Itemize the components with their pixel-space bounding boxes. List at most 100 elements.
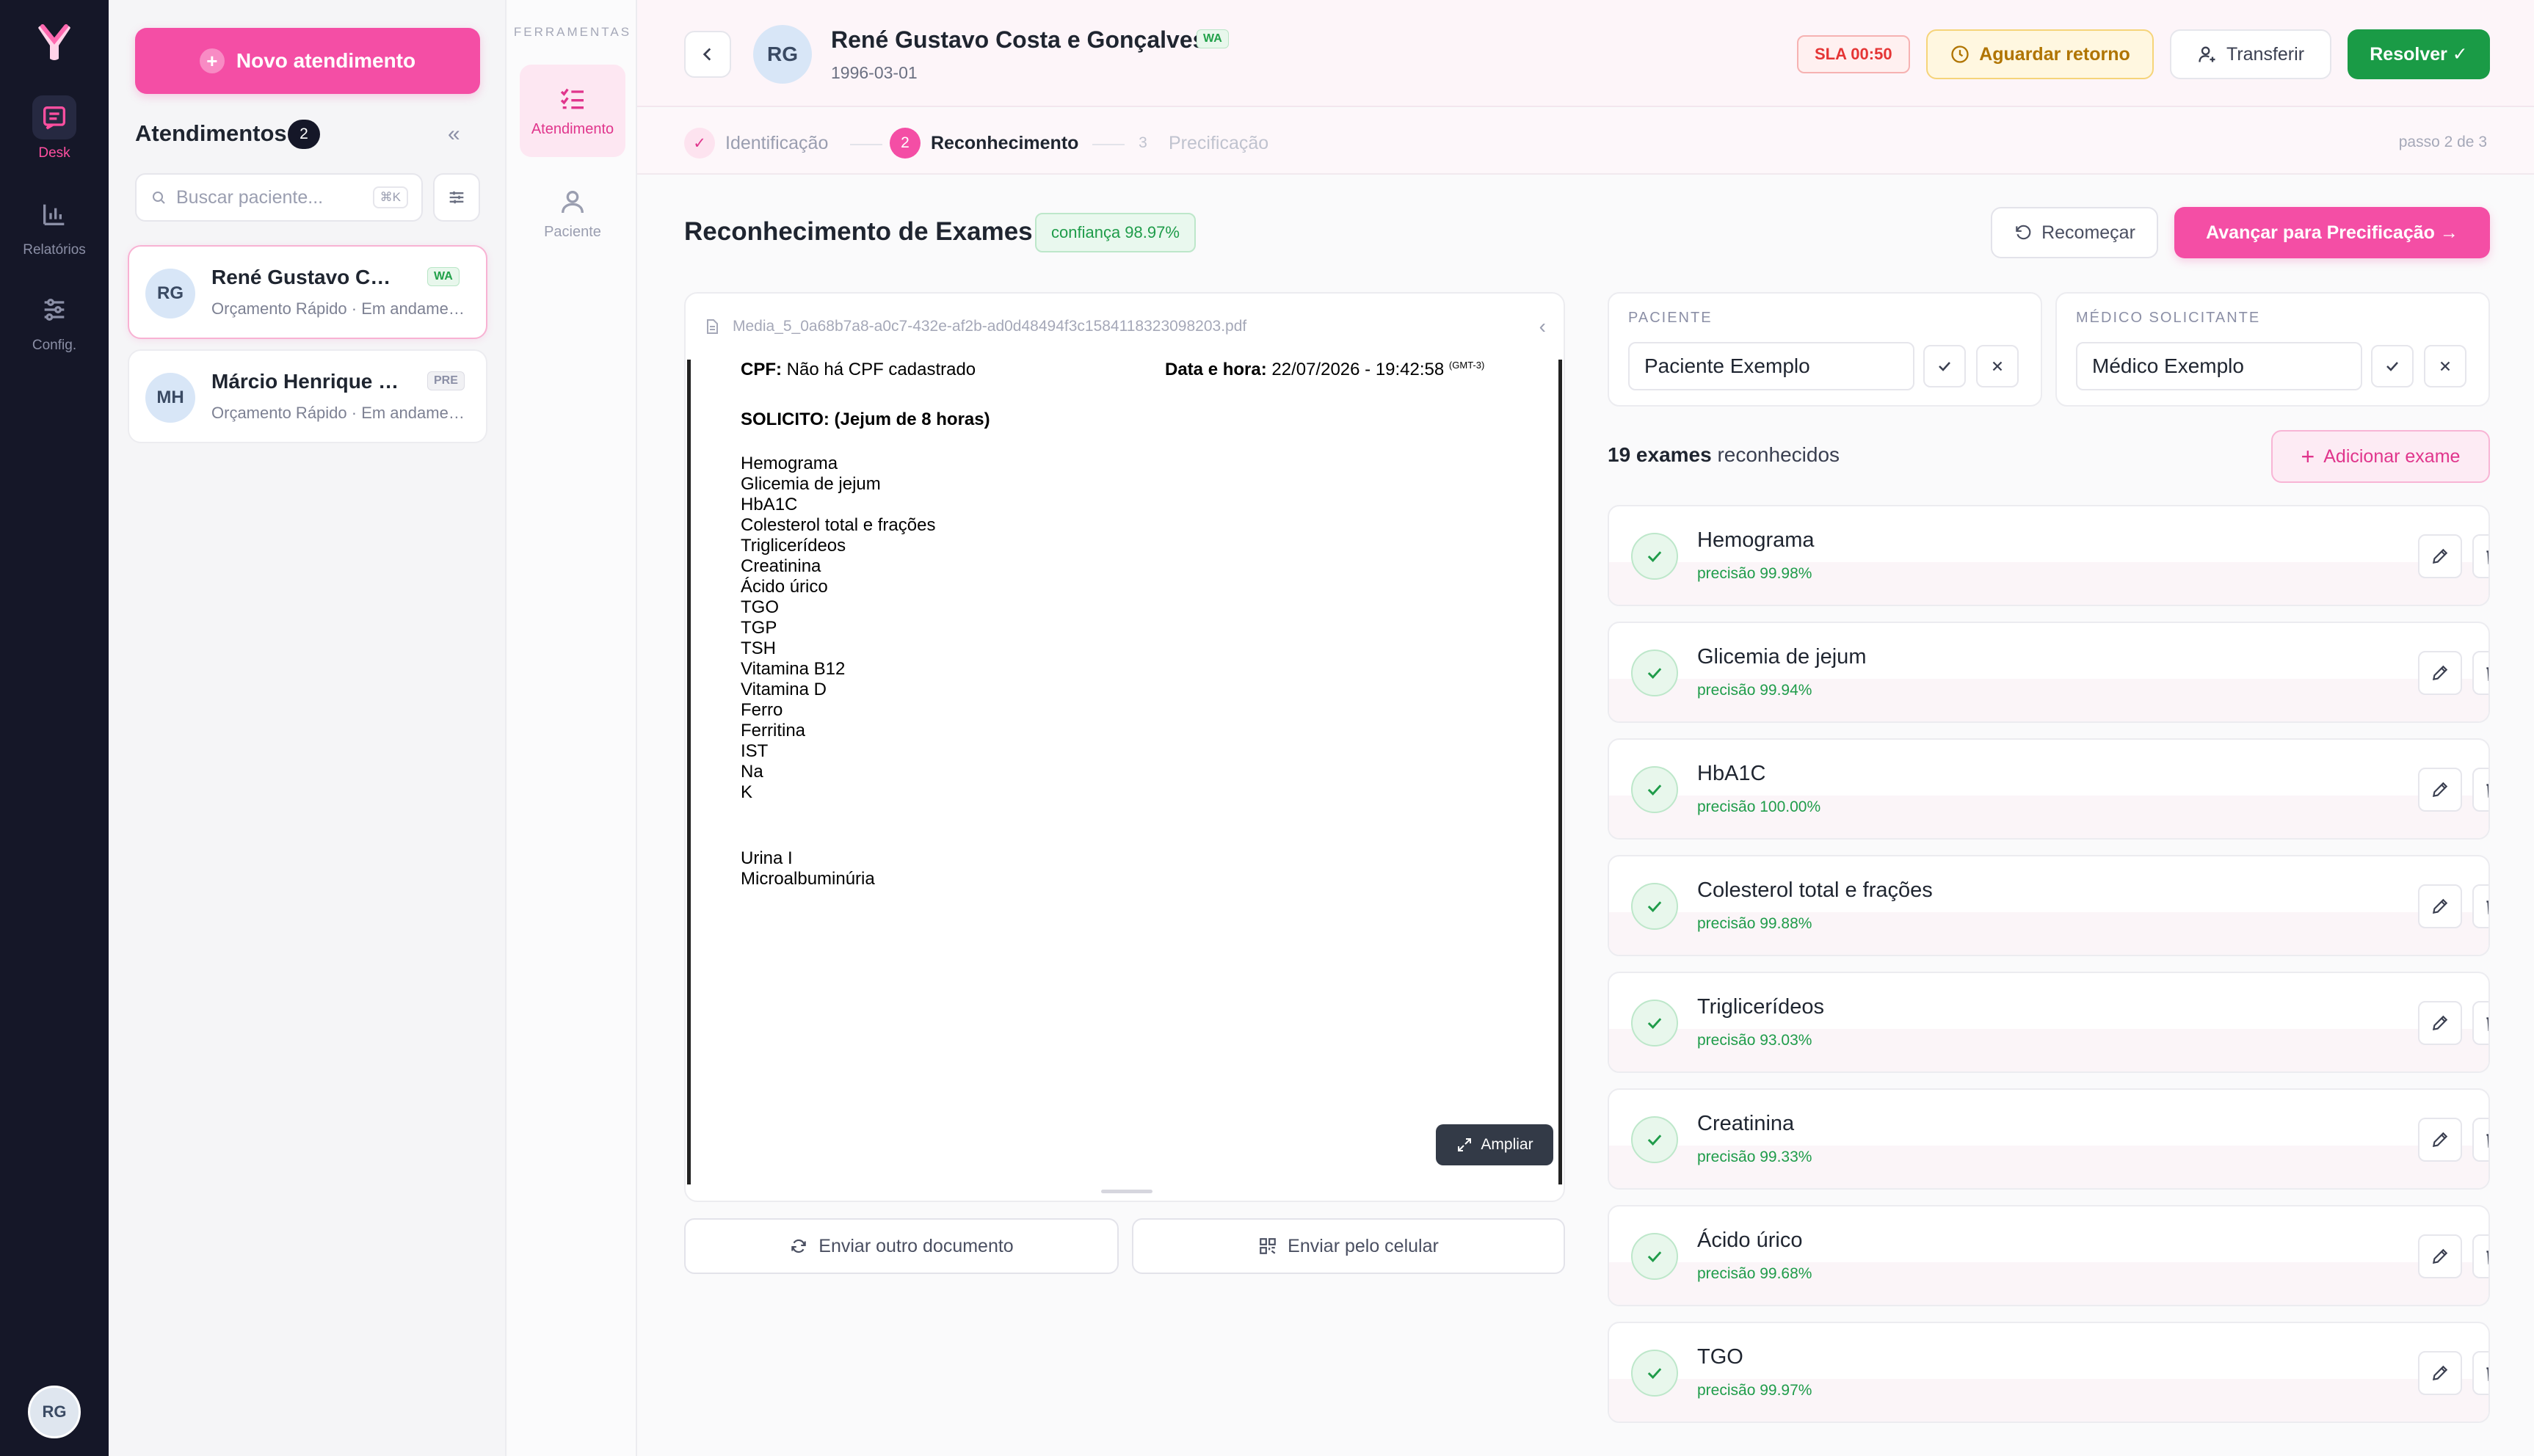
rail-item-desk[interactable]: Desk — [10, 95, 98, 161]
patient-avatar: RG — [753, 25, 812, 84]
advance-to-pricing-button[interactable]: Avançar para Precificação → — [2174, 207, 2490, 258]
exam-name: HbA1C — [1697, 762, 1766, 785]
delete-exam-button[interactable] — [2472, 768, 2488, 812]
rail-item-config[interactable]: Config. — [10, 288, 98, 354]
doctor-input[interactable]: Médico Exemplo — [2076, 342, 2362, 390]
rail-item-reports[interactable]: Relatórios — [10, 192, 98, 258]
edit-exam-button[interactable] — [2418, 884, 2462, 928]
edit-exam-button[interactable] — [2418, 651, 2462, 695]
date-line: Data e hora: 22/07/2026 - 19:42:58 (GMT-… — [1165, 360, 1484, 380]
check-circle-icon — [1631, 1000, 1678, 1046]
check-circle-icon — [1631, 1233, 1678, 1280]
tool-attendance[interactable]: Atendimento — [520, 65, 625, 157]
resolve-button[interactable]: Resolver ✓ — [2348, 29, 2490, 79]
stepper: ✓ Identificação 2 Reconhecimento 3 Preci… — [637, 109, 2534, 175]
document-exam-line: Ferro — [741, 700, 783, 720]
document-exam-line: Ferritina — [741, 721, 806, 740]
step-identification[interactable]: ✓ Identificação — [684, 128, 828, 159]
document-filename: Media_5_0a68b7a8-a0c7-432e-af2b-ad0d4849… — [733, 318, 1247, 335]
transfer-button[interactable]: Transferir — [2170, 29, 2331, 79]
zoom-button[interactable]: Ampliar — [1436, 1124, 1553, 1165]
add-exam-button[interactable]: + Adicionar exame — [2271, 430, 2490, 483]
clear-patient-button[interactable] — [1976, 345, 2019, 387]
step-recognition[interactable]: 2 Reconhecimento — [890, 128, 1078, 159]
patient-header: RG René Gustavo Costa e Gonçalves WA 199… — [637, 0, 2534, 107]
timezone: (GMT-3) — [1448, 360, 1485, 371]
edit-exam-button[interactable] — [2418, 1118, 2462, 1162]
search-input[interactable]: Buscar paciente... ⌘K — [135, 173, 423, 222]
close-icon — [1992, 361, 2003, 371]
app-logo[interactable] — [32, 21, 76, 65]
patient-input[interactable]: Paciente Exemplo — [1628, 342, 1914, 390]
bar-chart-icon — [32, 192, 76, 236]
exams-count-suffix: reconhecidos — [1711, 443, 1840, 466]
conversations-sidebar: + Novo atendimento Atendimentos 2 « Busc… — [109, 0, 507, 1456]
conversation-item[interactable]: RG René Gustavo Costa e Gonçalves WA Orç… — [128, 245, 487, 339]
send-phone-label: Enviar pelo celular — [1288, 1235, 1439, 1256]
resize-handle[interactable] — [1101, 1190, 1152, 1193]
edit-exam-button[interactable] — [2418, 1351, 2462, 1395]
edit-exam-button[interactable] — [2418, 534, 2462, 578]
doctor-field-label: MÉDICO SOLICITANTE — [2076, 310, 2261, 326]
add-exam-label: Adicionar exame — [2323, 445, 2461, 467]
exam-precision: precisão 99.98% — [1697, 565, 1812, 582]
delete-exam-button[interactable] — [2472, 651, 2488, 695]
user-avatar[interactable]: RG — [28, 1386, 81, 1438]
step-number: 3 — [1139, 134, 1147, 151]
document-exam-line: Triglicerídeos — [741, 536, 846, 556]
channel-badge: WA — [1197, 29, 1229, 48]
edit-exam-button[interactable] — [2418, 768, 2462, 812]
chevron-left-icon[interactable]: ‹ — [1539, 315, 1546, 338]
document-exam-line: TSH — [741, 638, 776, 658]
check-circle-icon — [1631, 1116, 1678, 1163]
new-attendance-button[interactable]: + Novo atendimento — [135, 28, 480, 94]
edit-exam-button[interactable] — [2418, 1001, 2462, 1045]
restart-button[interactable]: Recomeçar — [1991, 207, 2158, 258]
document-page: CPF: Não há CPF cadastrado Data e hora: … — [687, 360, 1562, 1184]
filter-button[interactable] — [433, 173, 480, 222]
date-value: 22/07/2026 - 19:42:58 — [1271, 360, 1445, 379]
delete-exam-button[interactable] — [2472, 1351, 2488, 1395]
conversation-subtitle: Orçamento Rápido · Em andamento — [211, 404, 468, 422]
zoom-label: Ampliar — [1481, 1136, 1533, 1153]
tool-patient[interactable]: Paciente — [520, 167, 625, 260]
document-exam-line: TGO — [741, 597, 779, 617]
avatar: MH — [145, 373, 195, 423]
delete-exam-button[interactable] — [2472, 1234, 2488, 1278]
rail-label: Desk — [38, 145, 70, 161]
exam-row: HbA1C precisão 100.00% — [1608, 738, 2490, 840]
check-icon — [1939, 362, 1950, 371]
collapse-sidebar-icon[interactable]: « — [448, 122, 460, 147]
delete-exam-button[interactable] — [2472, 1001, 2488, 1045]
pencil-icon — [2432, 1132, 2448, 1148]
pencil-icon — [2432, 1248, 2448, 1264]
trash-icon — [2486, 900, 2488, 914]
trash-icon — [2486, 1134, 2488, 1148]
trash-icon — [2486, 1367, 2488, 1381]
channel-badge: PRE — [427, 371, 465, 390]
delete-exam-button[interactable] — [2472, 1118, 2488, 1162]
document-exam-line: Glicemia de jejum — [741, 474, 881, 494]
user-transfer-icon — [2199, 46, 2215, 62]
exam-row: Glicemia de jejum precisão 99.94% — [1608, 622, 2490, 723]
request-title: SOLICITO: (Jejum de 8 horas) — [741, 410, 990, 429]
delete-exam-button[interactable] — [2472, 884, 2488, 928]
exam-precision: precisão 99.88% — [1697, 915, 1812, 932]
back-button[interactable] — [684, 31, 731, 78]
confirm-patient-button[interactable] — [1923, 345, 1966, 387]
await-return-button[interactable]: Aguardar retorno — [1926, 29, 2154, 79]
date-label: Data e hora: — [1165, 360, 1267, 379]
edit-exam-button[interactable] — [2418, 1234, 2462, 1278]
confirm-doctor-button[interactable] — [2371, 345, 2414, 387]
exam-precision: precisão 100.00% — [1697, 798, 1821, 815]
trash-icon — [2486, 784, 2488, 798]
document-exam-line: Colesterol total e frações — [741, 515, 936, 535]
exam-name: Triglicerídeos — [1697, 995, 1824, 1019]
check-circle-icon — [1631, 649, 1678, 696]
send-via-phone-button[interactable]: Enviar pelo celular — [1132, 1218, 1565, 1274]
conversation-item[interactable]: MH Márcio Henrique de Souza PRE Orçament… — [128, 349, 487, 443]
send-other-document-button[interactable]: Enviar outro documento — [684, 1218, 1119, 1274]
delete-exam-button[interactable] — [2472, 534, 2488, 578]
clear-doctor-button[interactable] — [2424, 345, 2466, 387]
await-return-label: Aguardar retorno — [1979, 43, 2130, 65]
